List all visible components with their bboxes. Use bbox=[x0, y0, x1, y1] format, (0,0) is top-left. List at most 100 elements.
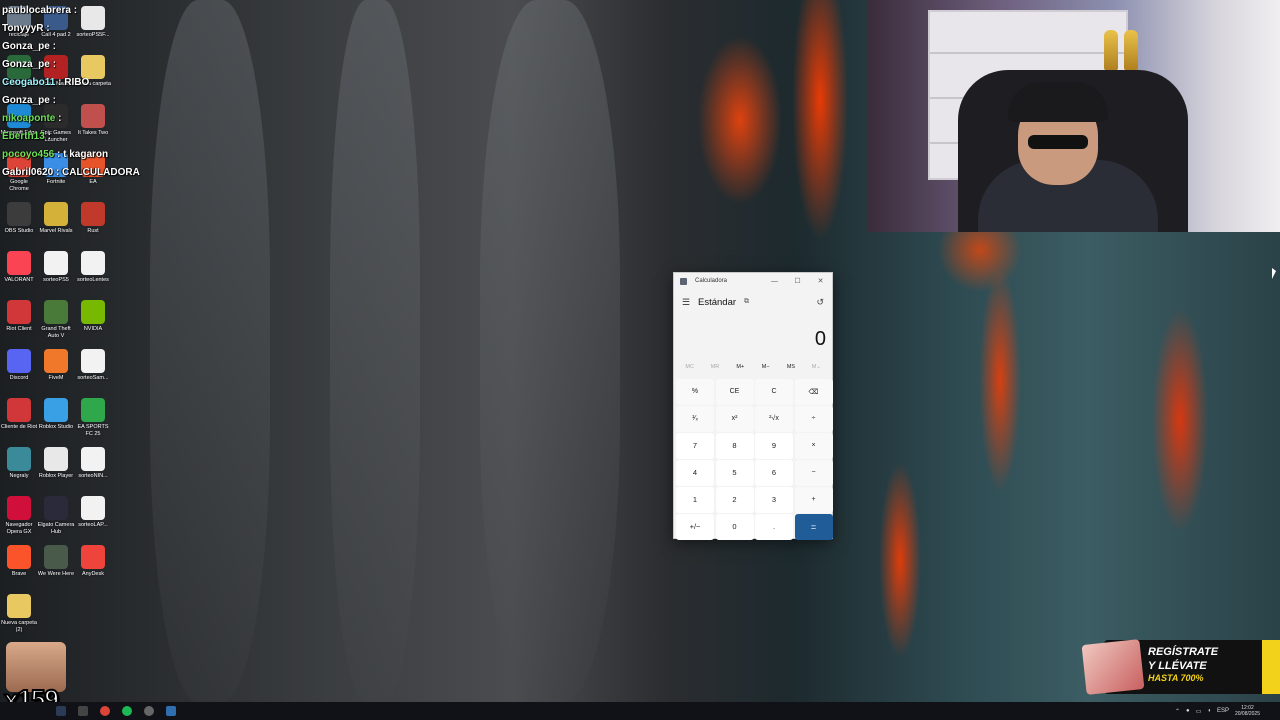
chat-separator: : bbox=[70, 5, 78, 16]
chat-username: TonyyyR bbox=[2, 23, 44, 34]
desktop-icon[interactable]: Roblox Studio bbox=[37, 398, 75, 431]
calculator-key[interactable]: ÷ bbox=[794, 406, 833, 432]
hamburger-icon[interactable]: ☰ bbox=[682, 297, 696, 308]
chrome-icon[interactable] bbox=[94, 702, 116, 720]
desktop-icon[interactable]: Navegador Opera GX bbox=[0, 496, 38, 536]
app-icon bbox=[7, 594, 31, 618]
desktop-icon[interactable]: Elgato Camera Hub bbox=[37, 496, 75, 536]
widgets-icon[interactable] bbox=[72, 702, 94, 720]
calculator-key[interactable]: 9 bbox=[755, 433, 793, 459]
calculator-key[interactable]: ⌫ bbox=[794, 379, 833, 405]
app-icon bbox=[81, 496, 105, 520]
desktop-icon[interactable]: Roblox Player bbox=[37, 447, 75, 480]
calculator-key[interactable]: 7 bbox=[676, 433, 714, 459]
desktop-icon[interactable]: Negraly bbox=[0, 447, 38, 480]
calculator-header: ☰ Estándar ⧉ ↺ bbox=[674, 289, 832, 315]
desktop-icon[interactable]: Rust bbox=[74, 202, 112, 235]
calculator-key[interactable]: % bbox=[676, 379, 714, 405]
chat-username: pocoyo456 bbox=[2, 149, 55, 160]
history-icon[interactable]: ↺ bbox=[816, 297, 824, 308]
clock[interactable]: 12:02 20/08/2025 bbox=[1235, 705, 1260, 717]
desktop-icon[interactable]: Discord bbox=[0, 349, 38, 382]
calculator-key[interactable]: ²√x bbox=[755, 406, 793, 432]
desktop-icon[interactable]: sorteoPS5 bbox=[37, 251, 75, 284]
task-view-icon[interactable] bbox=[50, 702, 72, 720]
spotify-icon[interactable] bbox=[116, 702, 138, 720]
desktop-icon[interactable]: Brave bbox=[0, 545, 38, 578]
desktop-icon[interactable]: sorteoSam... bbox=[74, 349, 112, 382]
calculator-key[interactable]: × bbox=[794, 433, 833, 459]
desktop-icon[interactable]: sorteoLAP... bbox=[74, 496, 112, 529]
calculator-key[interactable]: 1 bbox=[676, 487, 714, 513]
chat-username: paublocabrera bbox=[2, 5, 71, 16]
chat-username: Gonza_pe bbox=[2, 41, 50, 52]
desktop-icon[interactable]: sorteoPS5F... bbox=[74, 6, 112, 39]
desktop-icon[interactable]: Marvel Rivals bbox=[37, 202, 75, 235]
desktop-icon[interactable]: Riot Client bbox=[0, 300, 38, 333]
app-icon bbox=[81, 349, 105, 373]
desktop-icon-label: Cliente de Riot bbox=[0, 424, 38, 430]
calculator-key[interactable]: C bbox=[755, 379, 793, 405]
desktop-icon[interactable]: EA SPORTS FC 25 bbox=[74, 398, 112, 438]
app-icon bbox=[7, 251, 31, 275]
calculator-display: 0 bbox=[814, 328, 826, 350]
equals-button[interactable]: = bbox=[794, 514, 833, 540]
language-indicator[interactable]: ESP bbox=[1217, 708, 1229, 714]
desktop-icon-label: Navegador Opera GX bbox=[5, 522, 33, 535]
calculator-key[interactable]: x² bbox=[715, 406, 754, 432]
minimize-button[interactable]: — bbox=[763, 273, 786, 289]
desktop-icon[interactable]: Nueva carpeta (2) bbox=[0, 594, 38, 634]
chat-separator: : bbox=[49, 95, 56, 106]
desktop-icon[interactable]: AnyDesk bbox=[74, 545, 112, 578]
desktop-icon-label: sorteoSam... bbox=[77, 375, 109, 381]
network-icon[interactable]: ▭ bbox=[1196, 708, 1202, 715]
memory-button[interactable]: MS bbox=[778, 364, 803, 370]
desktop-icon[interactable]: FiveM bbox=[37, 349, 75, 382]
desktop-icon[interactable]: sorteoNIN... bbox=[74, 447, 112, 480]
calculator-key[interactable]: ¹⁄ₓ bbox=[676, 406, 714, 432]
calculator-key[interactable]: 8 bbox=[715, 433, 754, 459]
obs-icon[interactable] bbox=[138, 702, 160, 720]
chat-username: Eberth13 bbox=[2, 131, 45, 142]
calculator-key[interactable]: 5 bbox=[715, 460, 754, 486]
chat-text: RIBO bbox=[64, 77, 90, 88]
maximize-button[interactable]: ☐ bbox=[786, 273, 809, 289]
webcam-overlay bbox=[868, 0, 1280, 232]
desktop-icon[interactable]: sorteoLentes bbox=[74, 251, 112, 284]
calculator-key[interactable]: + bbox=[794, 487, 833, 513]
calculator-key[interactable]: 2 bbox=[715, 487, 754, 513]
calculator-window[interactable]: Calculadora — ☐ ✕ ☰ Estándar ⧉ ↺ 0 MC MR M… bbox=[673, 272, 833, 540]
streamer-glasses bbox=[1028, 135, 1088, 149]
desktop-icon[interactable]: We Were Here bbox=[37, 545, 75, 578]
chat-message: Gonza_pe : bbox=[2, 92, 56, 110]
memory-button[interactable]: M− bbox=[753, 364, 778, 370]
calculator-taskbar-icon[interactable] bbox=[160, 702, 182, 720]
chat-username: Gonza_pe bbox=[2, 59, 50, 70]
desktop-icon[interactable]: VALORANT bbox=[0, 251, 38, 284]
desktop-icon-label: AnyDesk bbox=[81, 571, 104, 577]
chat-separator: : bbox=[53, 167, 63, 178]
desktop-icon[interactable]: Cliente de Riot bbox=[0, 398, 38, 431]
desktop-icon[interactable]: Grand Theft Auto V bbox=[37, 300, 75, 340]
calculator-key[interactable]: 3 bbox=[755, 487, 793, 513]
close-button[interactable]: ✕ bbox=[809, 273, 832, 289]
chat-separator: : bbox=[44, 131, 51, 142]
calculator-titlebar[interactable]: Calculadora — ☐ ✕ bbox=[674, 273, 832, 289]
calculator-key[interactable]: 6 bbox=[755, 460, 793, 486]
calculator-key[interactable]: CE bbox=[715, 379, 754, 405]
volume-icon[interactable]: ◖ bbox=[1207, 708, 1211, 714]
desktop-icon-label: OBS Studio bbox=[4, 228, 34, 234]
calculator-key[interactable]: − bbox=[794, 460, 833, 486]
desktop-icon[interactable]: It Takes Two bbox=[74, 104, 112, 137]
show-hidden-icons[interactable]: ⌃ bbox=[1175, 708, 1180, 715]
memory-button[interactable]: M+ bbox=[728, 364, 753, 370]
calculator-key[interactable]: 4 bbox=[676, 460, 714, 486]
keep-on-top-icon[interactable]: ⧉ bbox=[744, 298, 749, 306]
desktop-icon[interactable]: OBS Studio bbox=[0, 202, 38, 235]
calculator-key[interactable]: 0 bbox=[715, 514, 754, 540]
desktop-icon[interactable]: NVIDIA bbox=[74, 300, 112, 333]
desktop-icon-label: It Takes Two bbox=[77, 130, 109, 136]
microphone-icon[interactable]: ● bbox=[1186, 708, 1190, 714]
calculator-key[interactable]: +/− bbox=[676, 514, 714, 540]
calculator-key[interactable]: . bbox=[755, 514, 793, 540]
